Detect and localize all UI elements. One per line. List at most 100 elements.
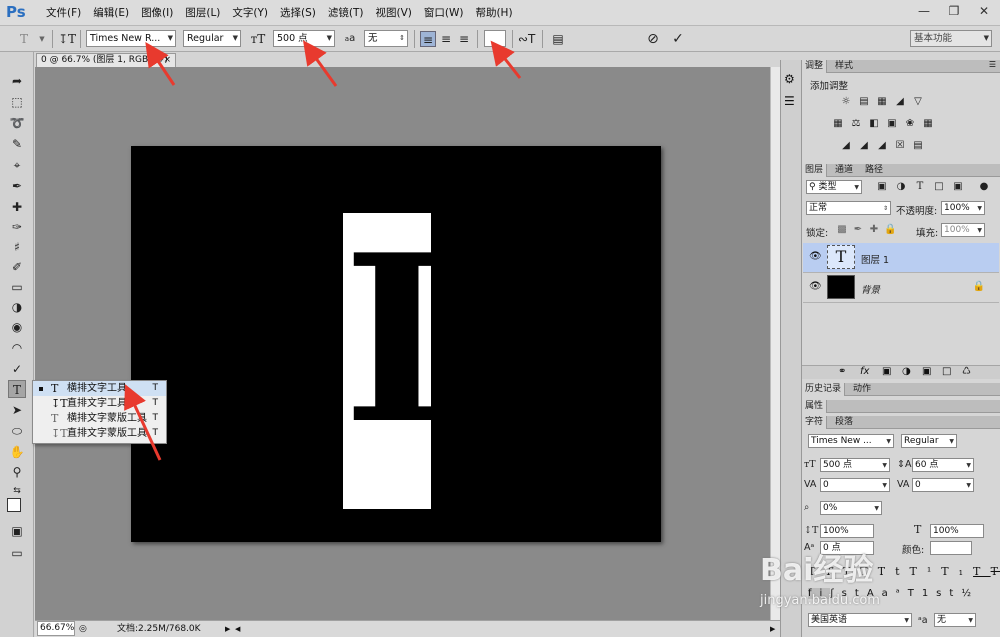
vibrance-icon[interactable]: ▽ (912, 96, 924, 108)
filter-toggle-icon[interactable]: ● (978, 181, 990, 193)
brightness-icon[interactable]: ☼ (840, 96, 852, 108)
invert-icon[interactable]: ◢ (840, 140, 852, 152)
tab-character[interactable]: 字符 (802, 416, 828, 429)
char-antialias-select[interactable]: 无 ▼ (934, 613, 976, 627)
char-hscale-input[interactable]: 100% (930, 524, 984, 538)
char-font-family-select[interactable]: Times New ... ▼ (808, 434, 894, 448)
clone-stamp-tool-icon[interactable]: ♯ (8, 238, 26, 256)
char-font-style-select[interactable]: Regular ▼ (901, 434, 957, 448)
filter-adjustment-icon[interactable]: ◑ (895, 181, 907, 193)
new-adjustment-layer-icon[interactable]: ◑ (902, 366, 911, 377)
menu-filter[interactable]: 滤镜(T) (322, 0, 370, 26)
color-balance-icon[interactable]: ⚖ (850, 118, 862, 130)
lock-pixels-icon[interactable]: ✒ (852, 224, 864, 236)
font-family-select[interactable]: Times New R... ▼ (86, 30, 176, 47)
menu-image[interactable]: 图像(I) (135, 0, 179, 26)
preset-dropdown-icon[interactable]: ▼ (34, 31, 50, 47)
close-tab-icon[interactable]: × (163, 54, 171, 67)
fill-input[interactable]: 100% ▼ (941, 223, 985, 237)
brush-presets-icon[interactable]: ☰ (784, 94, 795, 108)
eyedropper-tool-icon[interactable]: ✒ (8, 177, 26, 195)
workspace-select[interactable]: 基本功能 ▼ (910, 30, 992, 47)
new-group-icon[interactable]: ▣ (922, 366, 931, 377)
flyout-horizontal-type[interactable]: T 横排文字工具 T (33, 381, 166, 396)
menu-help[interactable]: 帮助(H) (469, 0, 518, 26)
quick-select-tool-icon[interactable]: ✎ (8, 135, 26, 153)
zoom-level[interactable]: 66.67% (37, 621, 75, 636)
hue-saturation-icon[interactable]: ▦ (832, 118, 844, 130)
char-size-input[interactable]: 500 点 ▼ (820, 458, 890, 472)
hand-tool-icon[interactable]: ✋ (8, 443, 26, 461)
photo-filter-icon[interactable]: ▣ (886, 118, 898, 130)
foreground-color-swatch[interactable] (7, 498, 21, 512)
delete-layer-icon[interactable]: ♺ (962, 366, 971, 377)
menu-select[interactable]: 选择(S) (274, 0, 322, 26)
levels-icon[interactable]: ▤ (858, 96, 870, 108)
new-layer-icon[interactable]: □ (942, 366, 951, 377)
type-tool-icon[interactable]: T (8, 380, 26, 398)
posterize-icon[interactable]: ◢ (858, 140, 870, 152)
status-icon[interactable]: ◎ (79, 621, 87, 637)
vertical-scrollbar[interactable] (770, 67, 780, 620)
link-layers-icon[interactable]: ⚭ (838, 366, 846, 377)
tab-paragraph[interactable]: 段落 (832, 416, 856, 429)
tab-paths[interactable]: 路径 (862, 164, 886, 177)
char-language-select[interactable]: 美国英语 ▼ (808, 613, 912, 627)
pen-tool-icon[interactable]: ✓ (8, 360, 26, 378)
threshold-icon[interactable]: ◢ (876, 140, 888, 152)
char-tracking-input[interactable]: 0 ▼ (912, 478, 974, 492)
gradient-map-icon[interactable]: ☒ (894, 140, 906, 152)
flyout-vertical-type-mask[interactable]: ↧T 直排文字蒙版工具 T (33, 426, 166, 441)
close-icon[interactable]: ✕ (976, 4, 992, 18)
selective-color-icon[interactable]: ▤ (912, 140, 924, 152)
char-vscale-input[interactable]: 100% (820, 524, 874, 538)
align-center-icon[interactable]: ≡ (438, 31, 454, 47)
menu-view[interactable]: 视图(V) (369, 0, 417, 26)
path-select-tool-icon[interactable]: ➤ (8, 401, 26, 419)
move-tool-icon[interactable]: ➦ (8, 72, 26, 90)
menu-window[interactable]: 窗口(W) (418, 0, 470, 26)
tab-layers[interactable]: 图层 (802, 164, 828, 177)
filter-shape-icon[interactable]: □ (933, 181, 945, 193)
layer-style-icon[interactable]: fx (860, 366, 869, 377)
scroll-right-icon[interactable]: ▶ (770, 621, 775, 637)
layer-row-type[interactable]: 👁 T 图层 1 (803, 243, 999, 273)
opacity-input[interactable]: 100% ▼ (941, 201, 985, 215)
align-left-icon[interactable]: ≡ (420, 31, 436, 47)
tool-presets-icon[interactable]: ⚙ (784, 72, 795, 86)
char-spacing-input[interactable]: 0% ▼ (820, 501, 882, 515)
lasso-tool-icon[interactable]: ➰ (8, 114, 26, 132)
layer-row-background[interactable]: 👁 背景 🔒 (803, 273, 999, 303)
menu-edit[interactable]: 编辑(E) (87, 0, 135, 26)
crop-tool-icon[interactable]: ⌖ (8, 156, 26, 174)
char-leading-input[interactable]: 60 点 ▼ (912, 458, 974, 472)
lock-position-icon[interactable]: ✚ (868, 224, 880, 236)
add-mask-icon[interactable]: ▣ (882, 366, 891, 377)
type-tool-preset-icon[interactable]: T (16, 31, 32, 47)
blur-tool-icon[interactable]: ◉ (8, 318, 26, 336)
flyout-vertical-type[interactable]: ↧T 直排文字工具 T (33, 396, 166, 411)
commit-check-icon[interactable]: ✓ (670, 31, 686, 47)
menu-layer[interactable]: 图层(L) (179, 0, 226, 26)
curves-icon[interactable]: ▦ (876, 96, 888, 108)
status-menu-icon[interactable]: ▶ (225, 621, 230, 637)
toggle-orientation-icon[interactable]: ↧T (58, 31, 76, 47)
tab-adjustments[interactable]: 调整 (802, 60, 828, 73)
strikethrough-icon[interactable]: T (991, 565, 1000, 578)
brush-tool-icon[interactable]: ✑ (8, 218, 26, 236)
history-brush-tool-icon[interactable]: ✐ (8, 258, 26, 276)
zoom-tool-icon[interactable]: ⚲ (8, 463, 26, 481)
menu-file[interactable]: 文件(F) (40, 0, 87, 26)
text-color-swatch[interactable] (484, 30, 506, 47)
exposure-icon[interactable]: ◢ (894, 96, 906, 108)
layer-name[interactable]: 图层 1 (861, 252, 889, 266)
character-panel-icon[interactable]: ▤ (550, 31, 566, 47)
tab-actions[interactable]: 动作 (850, 383, 874, 396)
layer-name[interactable]: 背景 (861, 282, 880, 296)
antialias-select[interactable]: 无 ⇕ (364, 30, 408, 47)
warp-text-icon[interactable]: ∾T (518, 31, 535, 47)
tab-channels[interactable]: 通道 (832, 164, 856, 177)
panel-menu-icon[interactable]: ☰ (989, 60, 996, 69)
lock-all-icon[interactable]: 🔒 (884, 224, 896, 236)
screen-mode-icon[interactable]: ▭ (8, 544, 26, 562)
